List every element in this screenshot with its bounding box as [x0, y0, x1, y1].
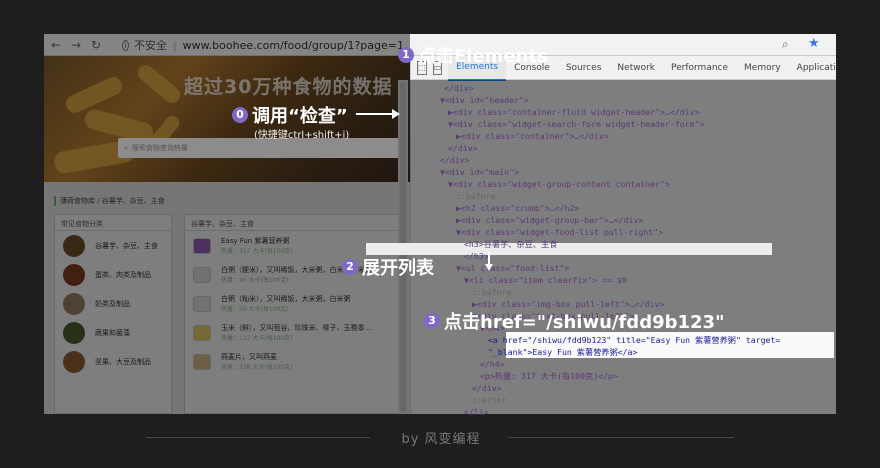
dom-tree-line[interactable]: </li>: [464, 406, 489, 418]
dom-tree-line[interactable]: </div>: [448, 142, 478, 154]
step-3-annotation: 3 点击href="/shiwu/fdd9b123": [424, 308, 724, 334]
tab-application[interactable]: Application: [789, 56, 836, 80]
dom-tree-line[interactable]: ▼<ul class="food-list">: [456, 262, 569, 274]
dom-tree-line[interactable]: ▼<div id="main">: [440, 166, 519, 178]
dom-tree-line[interactable]: ▶<div class="container-fluid widget-head…: [448, 106, 699, 118]
tab-sources[interactable]: Sources: [558, 56, 610, 80]
dom-tree-line[interactable]: ▼<li class="item clearfix"> == $0: [464, 274, 627, 286]
dom-tree-line[interactable]: ▼<div class="widget-food-list pull-right…: [456, 226, 663, 238]
tab-performance[interactable]: Performance: [663, 56, 736, 80]
dom-tree-line[interactable]: ::before: [456, 190, 495, 202]
dom-tree-line[interactable]: ▼<div class="widget-search-form widget-h…: [448, 118, 704, 130]
star-icon[interactable]: ★: [808, 36, 820, 51]
dim-overlay: [44, 34, 410, 414]
dom-tree-line[interactable]: ▶<div class="container">…</div>: [456, 130, 609, 142]
footer-rule-right: [508, 437, 734, 438]
step-1-text: 点击Elements: [418, 46, 548, 67]
dom-tree-line[interactable]: ▼<div class="widget-group-content contai…: [448, 178, 670, 190]
step-1-badge: 1: [398, 47, 414, 63]
dom-tree-line[interactable]: ::before: [472, 286, 511, 298]
step-0-arrow: [356, 109, 400, 119]
step-3-badge: 3: [424, 313, 440, 329]
dom-tree-line[interactable]: </h4>: [480, 358, 505, 370]
dom-tree-line[interactable]: <p>热量: 317 大卡(每100克)</p>: [480, 370, 618, 382]
footer-credit: by 风变编程: [401, 432, 481, 447]
step-0-shortcut: (快捷键ctrl+shift+i): [254, 130, 350, 141]
dom-tree-line[interactable]: </div>: [440, 154, 470, 166]
tab-network[interactable]: Network: [609, 56, 663, 80]
dom-tree-line[interactable]: ▼<div id="header">: [440, 94, 529, 106]
tutorial-stage: ← → ↻ i 不安全 | www.boohee.com/food/group/…: [0, 0, 880, 468]
step-0-badge: 0: [232, 107, 248, 123]
magnifier-icon[interactable]: ⌕: [782, 37, 789, 52]
step-2-badge: 2: [342, 259, 358, 275]
dom-tree-line[interactable]: <a href="/shiwu/fdd9b123" title="Easy Fu…: [488, 334, 780, 346]
step-0-text: 调用“检查”: [252, 106, 348, 127]
step-2-text: 展开列表: [362, 258, 434, 279]
footer-rule-left: [146, 437, 370, 438]
dom-tree-line[interactable]: </div>: [444, 82, 474, 94]
dom-tree-line[interactable]: "_blank">Easy Fun 紫薯营养粥</a>: [488, 346, 637, 358]
dom-tree-line[interactable]: ::after: [472, 394, 507, 406]
step-1-annotation: 1 点击Elements: [398, 42, 548, 68]
dom-tree-line[interactable]: <h3>谷薯芋、杂豆、主食: [464, 238, 557, 250]
dom-tree-line[interactable]: ▶<h2 class="crumb">…</h2>: [456, 202, 579, 214]
step-2-arrow: [485, 252, 493, 271]
tab-memory[interactable]: Memory: [736, 56, 789, 80]
step-2-annotation: 2 展开列表: [342, 254, 434, 280]
dom-tree-line[interactable]: </div>: [472, 382, 502, 394]
step-0-annotation: 0 调用“检查”: [232, 102, 348, 128]
dom-tree-line[interactable]: ▶<div class="widget-group-bar">…</div>: [456, 214, 643, 226]
footer: by 风变编程: [0, 426, 880, 450]
step-3-text: 点击href="/shiwu/fdd9b123": [444, 312, 725, 333]
